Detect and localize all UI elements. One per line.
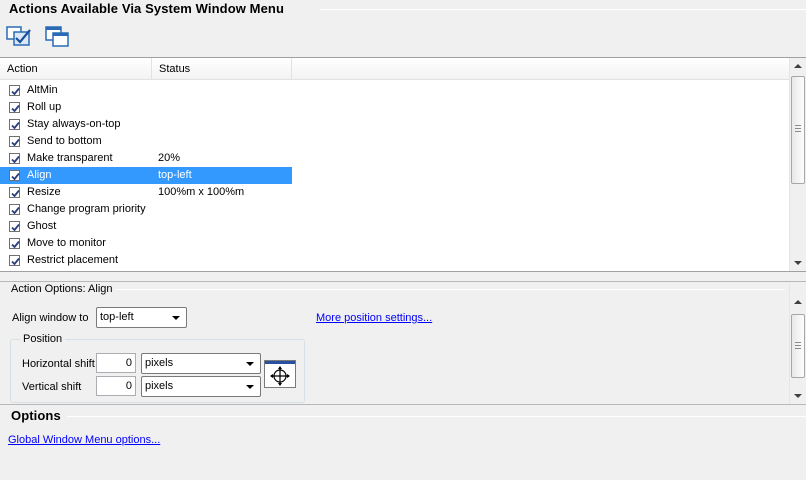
checkbox[interactable] [9, 255, 20, 266]
actions-list[interactable]: Action Status AltMin Roll up Stay always-o… [0, 57, 806, 272]
scroll-thumb[interactable] [791, 314, 805, 378]
list-item[interactable]: Change program priority [0, 201, 292, 218]
action-status: 100%m x 100%m [158, 186, 245, 198]
action-options-panel: Action Options: Align Align window to to… [0, 281, 806, 405]
column-header-status[interactable]: Status [152, 58, 292, 80]
list-item[interactable]: Make transparent 20% [0, 150, 292, 167]
options-scrollbar[interactable] [789, 282, 806, 404]
chevron-down-icon [246, 362, 254, 366]
list-item[interactable]: Stay always-on-top [0, 116, 292, 133]
checkmark-icon [11, 121, 20, 130]
position-group-label: Position [20, 333, 66, 345]
checkmark-icon [11, 189, 20, 198]
align-window-value: top-left [100, 311, 134, 323]
checkmark-icon [11, 104, 20, 113]
checkmark-icon [11, 172, 20, 181]
align-window-select[interactable]: top-left [96, 307, 187, 328]
checkbox[interactable] [9, 136, 20, 147]
action-name: Align [27, 169, 52, 181]
scroll-down-arrow[interactable] [794, 261, 802, 265]
action-name: Make transparent [27, 152, 113, 164]
action-name: Send to bottom [27, 135, 102, 147]
checkbox[interactable] [9, 119, 20, 130]
action-options-title: Action Options: Align [11, 283, 113, 295]
list-item[interactable]: Restrict placement [0, 252, 292, 269]
checkmark-icon [11, 223, 20, 232]
action-name: Move to monitor [27, 237, 106, 249]
align-window-label: Align window to [12, 312, 89, 324]
checkmark-icon [11, 155, 20, 164]
crosshair-icon [265, 361, 295, 386]
action-name: Change program priority [27, 203, 146, 215]
checkmark-icon [11, 257, 20, 266]
vertical-unit-value: pixels [145, 380, 174, 392]
checkbox[interactable] [9, 102, 20, 113]
action-name: Ghost [27, 220, 57, 232]
list-item[interactable]: Move to monitor [0, 235, 292, 252]
column-header-action[interactable]: Action [0, 58, 152, 80]
more-position-settings-link[interactable]: More position settings... [316, 312, 432, 324]
section-rule [320, 9, 806, 10]
section-title-options: Options [11, 408, 61, 423]
chevron-down-icon [246, 385, 254, 389]
list-item[interactable]: AltMin [0, 82, 292, 99]
checkmark-icon [11, 240, 20, 249]
section-rule [115, 289, 785, 290]
vertical-shift-label: Vertical shift [22, 381, 82, 393]
checkbox[interactable] [9, 238, 20, 249]
scroll-up-arrow[interactable] [794, 300, 802, 304]
section-title-actions: Actions Available Via System Window Menu [9, 1, 285, 16]
windows-icon[interactable] [43, 23, 73, 49]
chevron-down-icon [172, 316, 180, 320]
action-name: Stay always-on-top [27, 118, 121, 130]
global-window-menu-options-link[interactable]: Global Window Menu options... [8, 434, 160, 446]
checkbox[interactable] [9, 187, 20, 198]
action-name: Resize [27, 186, 61, 198]
checkmark-icon [11, 206, 20, 215]
action-status: top-left [158, 169, 192, 181]
scroll-down-arrow[interactable] [794, 394, 802, 398]
scroll-thumb[interactable] [791, 76, 805, 184]
checkbox[interactable] [9, 170, 20, 181]
checkmark-icon [11, 87, 20, 96]
section-rule [67, 416, 806, 417]
vertical-unit-select[interactable]: pixels [141, 376, 261, 397]
checkbox[interactable] [9, 204, 20, 215]
horizontal-unit-select[interactable]: pixels [141, 353, 261, 374]
list-item[interactable]: Resize 100%m x 100%m [0, 184, 292, 201]
vertical-shift-input[interactable]: 0 [96, 376, 136, 396]
horizontal-unit-value: pixels [145, 357, 174, 369]
action-name: Roll up [27, 101, 62, 113]
list-item[interactable]: Roll up [0, 99, 292, 116]
checkbox[interactable] [9, 153, 20, 164]
horizontal-shift-label: Horizontal shift [22, 358, 95, 370]
checkbox[interactable] [9, 221, 20, 232]
list-item[interactable]: Align top-left [0, 167, 292, 184]
list-item[interactable]: Send to bottom [0, 133, 292, 150]
action-name: AltMin [27, 84, 58, 96]
checkbox[interactable] [9, 85, 20, 96]
list-scrollbar[interactable] [789, 58, 806, 271]
checkmark-icon [11, 138, 20, 147]
horizontal-shift-input[interactable]: 0 [96, 353, 136, 373]
list-header: Action Status [0, 58, 790, 80]
list-item[interactable]: Ghost [0, 218, 292, 235]
action-status: 20% [158, 152, 181, 164]
action-name: Restrict placement [27, 254, 119, 266]
position-picker-button[interactable] [264, 360, 296, 388]
scroll-up-arrow[interactable] [794, 64, 802, 68]
check-all-icon[interactable] [5, 23, 35, 49]
